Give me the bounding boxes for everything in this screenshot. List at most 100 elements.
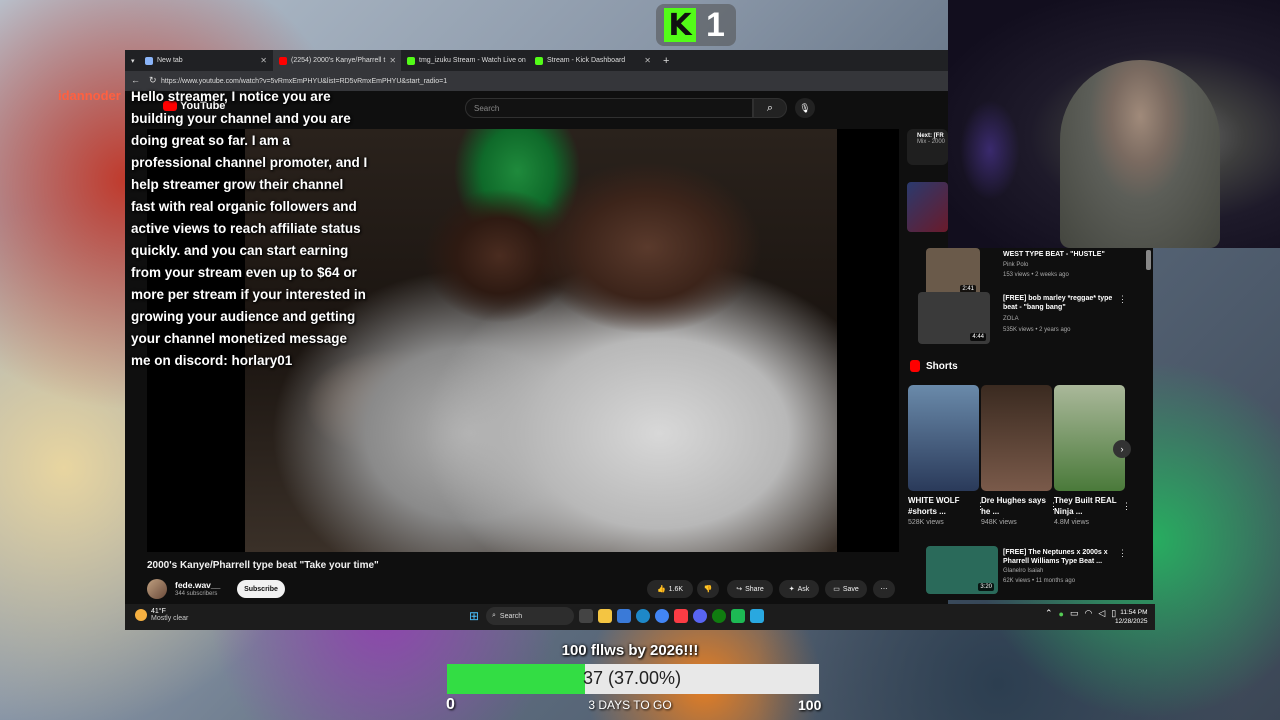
music-icon[interactable] xyxy=(674,609,688,623)
avatar[interactable] xyxy=(147,579,167,599)
share-button[interactable]: ↪ Share xyxy=(727,580,773,598)
edge-icon[interactable] xyxy=(636,609,650,623)
chevron-up-icon[interactable]: ⌃ xyxy=(1045,608,1053,619)
duration-badge: 3:20 xyxy=(978,583,994,591)
clock-date: 12/28/2025 xyxy=(1115,618,1148,625)
kick-count: 1 xyxy=(706,5,725,44)
rec-title: [FREE] The Neptunes x 2000s x Pharrell W… xyxy=(1003,549,1108,565)
dislike-button[interactable]: 👎 xyxy=(697,580,719,598)
channel-name[interactable]: fede.wav__ xyxy=(175,580,220,590)
file-explorer-icon[interactable] xyxy=(598,609,612,623)
weather-moon-icon xyxy=(135,609,147,621)
youtube-favicon-icon xyxy=(279,56,287,65)
more-icon[interactable]: ⋮ xyxy=(1118,294,1127,305)
chrome-icon[interactable] xyxy=(655,609,669,623)
chevron-right-icon[interactable]: › xyxy=(1113,440,1131,458)
short-card[interactable]: Dre Hughes says he ... 948K views ⋮ xyxy=(981,385,1058,526)
discord-icon[interactable] xyxy=(693,609,707,623)
short-card[interactable]: WHITE WOLF #shorts ... 528K views ⋮ xyxy=(908,385,985,526)
shorts-label: Shorts xyxy=(926,360,958,372)
more-icon[interactable]: ⋮ xyxy=(1118,548,1127,559)
scrollbar[interactable] xyxy=(1146,250,1151,270)
close-icon[interactable]: ✕ xyxy=(260,56,267,65)
more-actions-button[interactable]: ⋯ xyxy=(873,580,895,598)
video-thumbnail: 2:41 xyxy=(926,248,980,296)
shorts-icon xyxy=(910,360,920,372)
search-icon[interactable]: ⌕ xyxy=(753,98,787,118)
tab-label: (2254) 2000's Kanye/Pharrell t xyxy=(291,57,386,64)
app-icon[interactable] xyxy=(731,609,745,623)
tab-label: Stream - Kick Dashboard xyxy=(547,57,626,64)
goal-max: 100 xyxy=(798,697,822,713)
chat-overlay-message: Hello streamer, I notice you are buildin… xyxy=(131,89,368,368)
rec-channel: Pink Polo xyxy=(1003,262,1029,268)
short-title: Dre Hughes says he ... xyxy=(981,496,1046,516)
subscriber-count: 344 subscribers xyxy=(175,591,218,597)
save-button[interactable]: ▭ Save xyxy=(825,580,867,598)
url-text[interactable]: https://www.youtube.com/watch?v=5vRmxEmP… xyxy=(161,78,447,85)
wifi-icon[interactable]: ◠ xyxy=(1085,608,1093,619)
tab-youtube[interactable]: (2254) 2000's Kanye/Pharrell t ✕ xyxy=(273,50,401,71)
goal-title: 100 fllws by 2026!!! xyxy=(561,642,699,659)
up-next-card[interactable]: Next: [FR Mix - 2000 xyxy=(907,129,948,165)
short-thumbnail xyxy=(908,385,979,491)
close-icon[interactable]: ✕ xyxy=(644,56,651,65)
save-label: Save xyxy=(842,585,859,593)
short-title: WHITE WOLF #shorts ... xyxy=(908,496,960,516)
like-button[interactable]: 👍 1.6K xyxy=(647,580,693,598)
system-clock[interactable]: 11:54 PM 12/28/2025 xyxy=(1115,608,1148,626)
taskbar-search[interactable]: ⌕ Search xyxy=(486,607,574,625)
ask-label: Ask xyxy=(797,585,810,593)
windows-start-icon[interactable]: ⊞ xyxy=(467,609,481,623)
more-icon: ⋯ xyxy=(880,586,888,593)
webcam-light xyxy=(960,100,1020,200)
share-icon: ↪ xyxy=(736,586,743,593)
tab-kick-stream[interactable]: tmg_izuku Stream - Watch Live on ✕ xyxy=(401,50,529,71)
new-tab-button[interactable]: + xyxy=(657,50,677,71)
taskbar-search-label: Search xyxy=(499,612,523,620)
display-icon[interactable]: ▭ xyxy=(1070,608,1079,619)
duration-badge: 4:44 xyxy=(970,333,986,341)
microphone-icon[interactable]: ● xyxy=(1059,609,1064,619)
rec-title: WEST TYPE BEAT - "HUSTLE" xyxy=(1003,251,1105,258)
microphone-icon[interactable]: 🎙 xyxy=(795,98,815,118)
ask-button[interactable]: ✦ Ask xyxy=(779,580,819,598)
rec-title: [FREE] bob marley *reggae* type beat - "… xyxy=(1003,295,1113,311)
more-icon[interactable]: ⋮ xyxy=(1122,501,1131,512)
reload-icon[interactable]: ↻ xyxy=(149,75,157,86)
short-thumbnail xyxy=(1054,385,1125,491)
close-icon[interactable]: ✕ xyxy=(389,56,396,65)
weather-widget[interactable]: 41°F Mostly clear xyxy=(135,608,188,622)
bookmark-icon: ▭ xyxy=(833,586,840,593)
subscribe-button[interactable]: Subscribe xyxy=(237,580,285,598)
volume-icon[interactable]: ◁ xyxy=(1098,608,1105,619)
app-icon[interactable] xyxy=(750,609,764,623)
list-item[interactable]: 4:44 [FREE] bob marley *reggae* type bea… xyxy=(908,292,1148,346)
browser-window: ▾ New tab ✕ (2254) 2000's Kanye/Pharrell… xyxy=(125,50,948,628)
search-input[interactable]: Search xyxy=(465,98,753,118)
xbox-icon[interactable] xyxy=(712,609,726,623)
tab-actions-icon[interactable]: ▾ xyxy=(125,50,139,71)
list-item[interactable]: 3:20 [FREE] The Neptunes x 2000s x Pharr… xyxy=(908,546,1148,600)
kick-logo-icon: K xyxy=(664,8,696,43)
short-views: 4.8M views xyxy=(1054,519,1090,526)
short-card[interactable]: They Built REAL Ninja ... 4.8M views ⋮ xyxy=(1054,385,1131,526)
thumbs-down-icon: 👎 xyxy=(703,586,713,593)
goal-count: 37 (37.00%) xyxy=(583,668,682,688)
tab-new-tab[interactable]: New tab ✕ xyxy=(139,50,273,71)
store-icon[interactable] xyxy=(617,609,631,623)
up-next-thumbnail[interactable] xyxy=(907,182,948,232)
system-tray: ⌃ ● ▭ ◠ ◁ ▯ xyxy=(1045,608,1116,619)
tab-bar: ▾ New tab ✕ (2254) 2000's Kanye/Pharrell… xyxy=(125,50,948,71)
task-view-icon[interactable] xyxy=(579,609,593,623)
channel-row: fede.wav__ 344 subscribers Subscribe 👍 1… xyxy=(147,579,927,601)
tab-label: tmg_izuku Stream - Watch Live on xyxy=(419,57,526,64)
shorts-header: Shorts xyxy=(910,360,958,372)
tab-kick-dashboard[interactable]: Stream - Kick Dashboard ✕ xyxy=(529,50,657,71)
rec-channel: ZOLA xyxy=(1003,316,1019,322)
taskbar-apps: ⊞ ⌕ Search xyxy=(467,607,764,625)
search-icon: ⌕ xyxy=(492,612,496,619)
kick-favicon-icon xyxy=(535,56,543,65)
goal-progress-fill xyxy=(447,664,585,694)
back-icon[interactable]: ← xyxy=(131,75,140,85)
